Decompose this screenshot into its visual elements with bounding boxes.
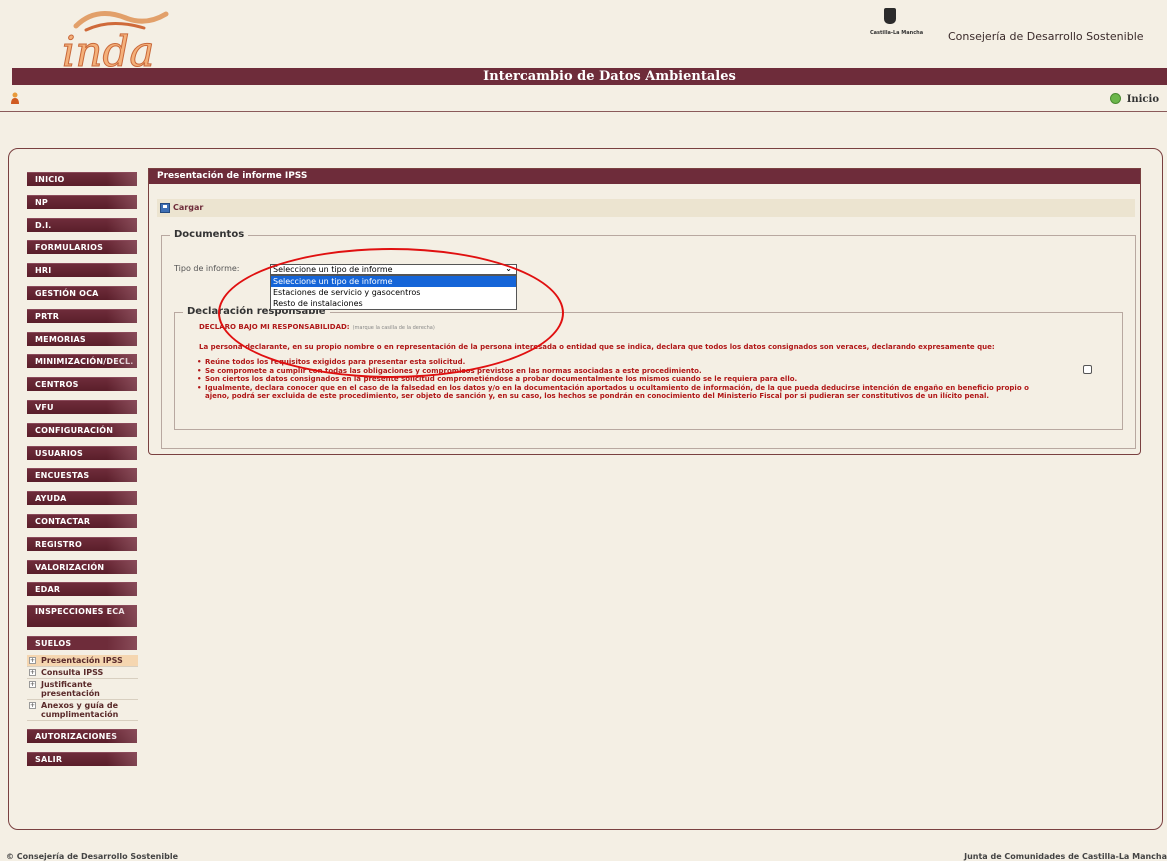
list-item: Son ciertos los datos consignados en la …	[197, 375, 1045, 384]
sidebar-item-ayuda[interactable]: AYUDA	[27, 491, 137, 506]
dropdown-option-resto[interactable]: Resto de instalaciones	[271, 298, 516, 309]
expand-icon: +	[29, 668, 36, 676]
documentos-legend: Documentos	[170, 229, 249, 240]
list-item: Se compromete a cumplir con todas las ob…	[197, 367, 1045, 376]
submenu-label: Consulta IPSS	[41, 667, 104, 677]
declaracion-fieldset: Declaración responsable DECLARO BAJO MI …	[174, 306, 1123, 430]
expand-icon: +	[29, 680, 36, 688]
sidebar-item-configuracion[interactable]: CONFIGURACIÓN	[27, 422, 137, 437]
list-item: Igualmente, declara conocer que en el ca…	[197, 384, 1045, 401]
expand-icon: +	[29, 656, 36, 664]
list-item: Reúne todos los requisitos exigidos para…	[197, 358, 1045, 367]
toolbar: Cargar	[157, 199, 1135, 217]
sidebar-item-centros[interactable]: CENTROS	[27, 377, 137, 392]
user-icon[interactable]	[10, 92, 20, 104]
sidebar-item-prtr[interactable]: PRTR	[27, 308, 137, 323]
tipo-informe-select[interactable]: Seleccione un tipo de informe ⌄	[270, 264, 517, 275]
sidebar-item-autorizaciones[interactable]: AUTORIZACIONES	[27, 728, 137, 743]
consejeria-label: Consejería de Desarrollo Sostenible	[948, 30, 1144, 43]
home-icon	[1109, 93, 1121, 104]
sidebar-item-suelos[interactable]: SUELOS	[27, 635, 137, 650]
logo-text: inda	[62, 27, 154, 72]
sidebar-item-gestion-oca[interactable]: GESTIÓN OCA	[27, 285, 137, 300]
declaracion-intro: La persona declarante, en su propio nomb…	[199, 343, 995, 351]
declaracion-checkbox[interactable]	[1083, 365, 1092, 374]
sidebar-item-salir[interactable]: SALIR	[27, 751, 137, 766]
save-icon[interactable]	[160, 203, 170, 213]
sidebar-item-inicio[interactable]: INICIO	[27, 172, 137, 186]
sidebar-item-valorizacion[interactable]: VALORIZACIÓN	[27, 559, 137, 574]
declaracion-list: Reúne todos los requisitos exigidos para…	[197, 358, 1045, 401]
cargar-button[interactable]: Cargar	[173, 203, 203, 212]
submenu-item-presentacion-ipss[interactable]: + Presentación IPSS	[27, 654, 138, 667]
content-panel: Presentación de informe IPSS Cargar Docu…	[148, 168, 1141, 455]
sidebar-item-formularios[interactable]: FORMULARIOS	[27, 240, 137, 255]
documentos-fieldset: Documentos Tipo de informe: Seleccione u…	[161, 229, 1136, 449]
submenu-item-anexos[interactable]: + Anexos y guía de cumplimentación	[27, 700, 138, 721]
submenu-item-consulta-ipss[interactable]: + Consulta IPSS	[27, 667, 138, 679]
tipo-informe-label: Tipo de informe:	[174, 264, 240, 273]
sidebar-item-edar[interactable]: EDAR	[27, 582, 137, 597]
jccm-logo: Castilla-La Mancha	[870, 8, 923, 38]
inda-logo[interactable]: inda	[56, 8, 176, 72]
tipo-informe-dropdown: Seleccione un tipo de informe Estaciones…	[270, 275, 517, 310]
jccm-logo-text: Castilla-La Mancha	[870, 30, 924, 36]
declaracion-title: DECLARO BAJO MI RESPONSABILIDAD: (marque …	[199, 323, 435, 331]
tipo-informe-value: Seleccione un tipo de informe	[273, 265, 393, 274]
shield-icon	[884, 8, 896, 24]
sidebar-item-np[interactable]: NP	[27, 194, 137, 209]
submenu-label: Justificante presentación	[41, 679, 100, 698]
sidebar-item-usuarios[interactable]: USUARIOS	[27, 445, 137, 460]
app-title: Intercambio de Datos Ambientales	[483, 69, 736, 84]
title-bar: Intercambio de Datos Ambientales	[12, 68, 1167, 85]
suelos-submenu: + Presentación IPSS + Consulta IPSS + Justi…	[27, 654, 139, 721]
footer-junta: Junta de Comunidades de Castilla-La Manc…	[964, 852, 1167, 861]
inicio-link[interactable]: Inicio	[1109, 93, 1159, 105]
declaracion-title-text: DECLARO BAJO MI RESPONSABILIDAD:	[199, 323, 350, 331]
chevron-down-icon: ⌄	[505, 264, 512, 273]
submenu-label: Presentación IPSS	[41, 655, 123, 665]
sidebar: INICIO NP D.I. FORMULARIOS HRI GESTIÓN O…	[27, 172, 139, 774]
sidebar-item-contactar[interactable]: CONTACTAR	[27, 513, 137, 528]
sidebar-item-vfu[interactable]: VFU	[27, 399, 137, 414]
sidebar-item-memorias[interactable]: MEMORIAS	[27, 331, 137, 346]
submenu-label: Anexos y guía de cumplimentación	[41, 700, 119, 719]
dropdown-option-estaciones[interactable]: Estaciones de servicio y gasocentros	[271, 287, 516, 298]
sidebar-item-minimizacion[interactable]: MINIMIZACIÓN/DECL.	[27, 354, 137, 369]
sidebar-item-encuestas[interactable]: ENCUESTAS	[27, 468, 137, 483]
submenu-item-justificante[interactable]: + Justificante presentación	[27, 679, 138, 700]
content-title: Presentación de informe IPSS	[149, 169, 1140, 184]
header-divider	[0, 111, 1167, 112]
inicio-label: Inicio	[1126, 94, 1159, 105]
sidebar-item-registro[interactable]: REGISTRO	[27, 536, 137, 551]
page-header: inda Castilla-La Mancha Consejería de De…	[0, 0, 1167, 112]
declaracion-hint: (marque la casilla de la derecha)	[352, 325, 435, 331]
expand-icon: +	[29, 701, 36, 709]
dropdown-option-seleccione[interactable]: Seleccione un tipo de informe	[271, 276, 516, 287]
footer-copyright: © Consejería de Desarrollo Sostenible	[6, 852, 178, 861]
sidebar-item-di[interactable]: D.I.	[27, 217, 137, 232]
sidebar-item-hri[interactable]: HRI	[27, 263, 137, 278]
sidebar-item-inspecciones-eca[interactable]: INSPECCIONES ECA	[27, 605, 137, 628]
